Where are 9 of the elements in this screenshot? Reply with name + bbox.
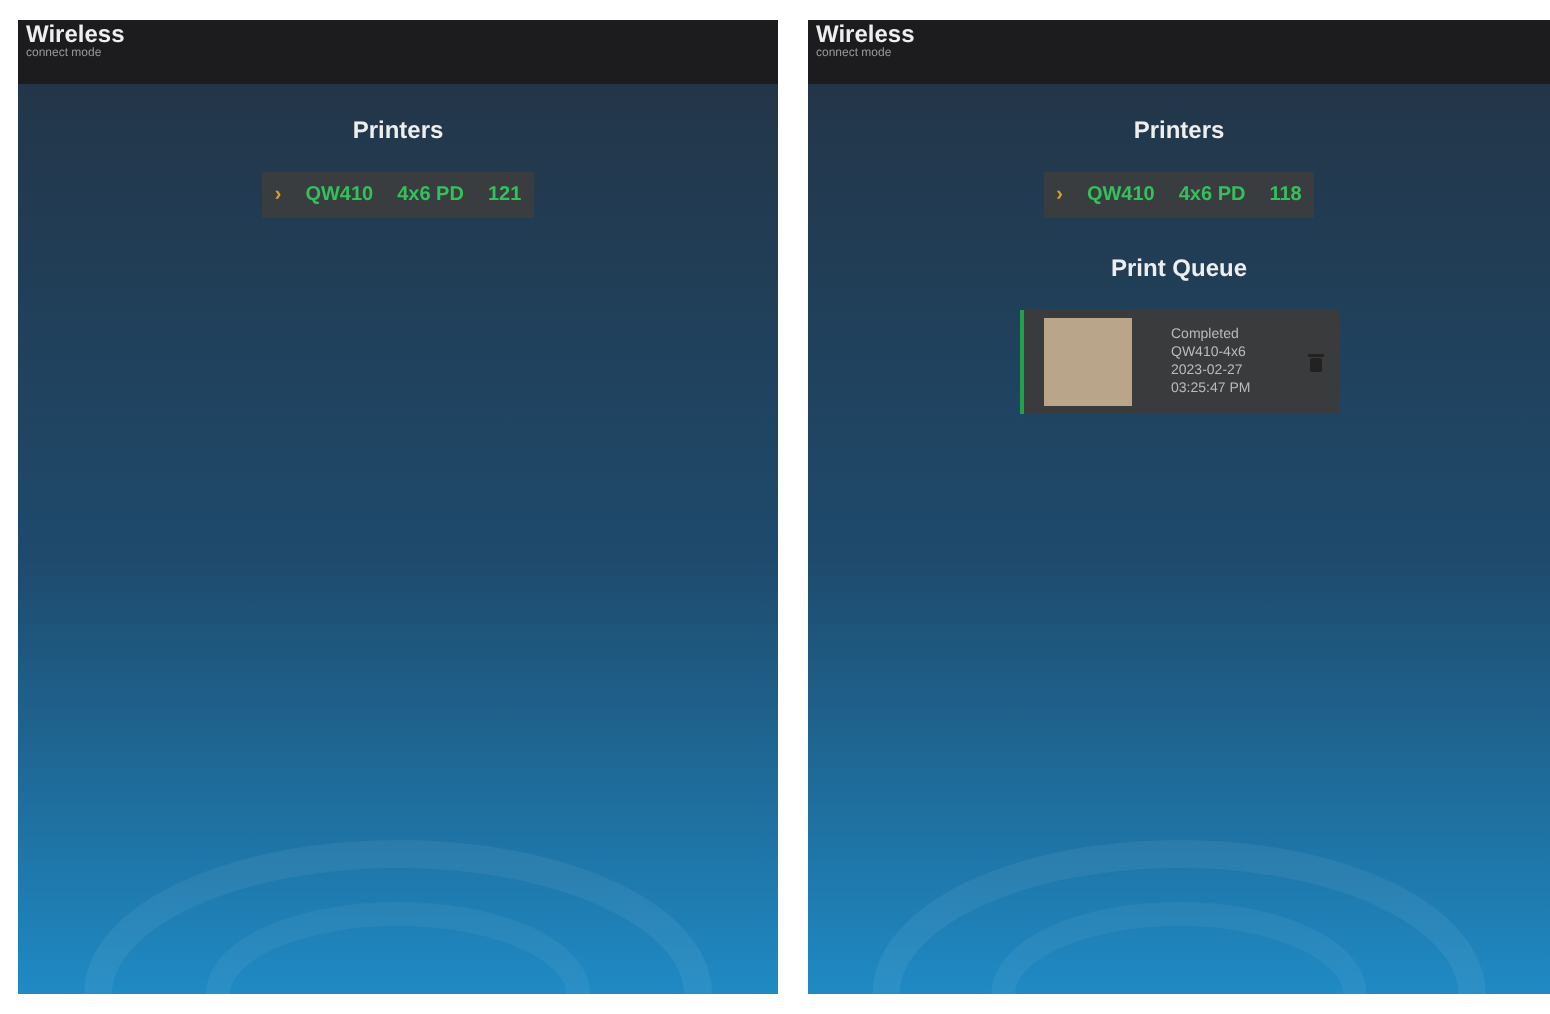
section-heading: Printers [1133,116,1225,144]
printer-item[interactable]: › QW410 4x6 PD 121 [262,172,534,218]
header-title: Wireless [26,20,125,48]
section-heading: Printers [352,116,444,144]
header-title: Wireless [816,20,915,48]
trash-icon[interactable] [1307,352,1323,372]
printer-item[interactable]: › QW410 4x6 PD 118 [1044,172,1314,218]
section-heading: Print Queue [1110,254,1247,282]
photo-placeholder [1043,318,1131,406]
